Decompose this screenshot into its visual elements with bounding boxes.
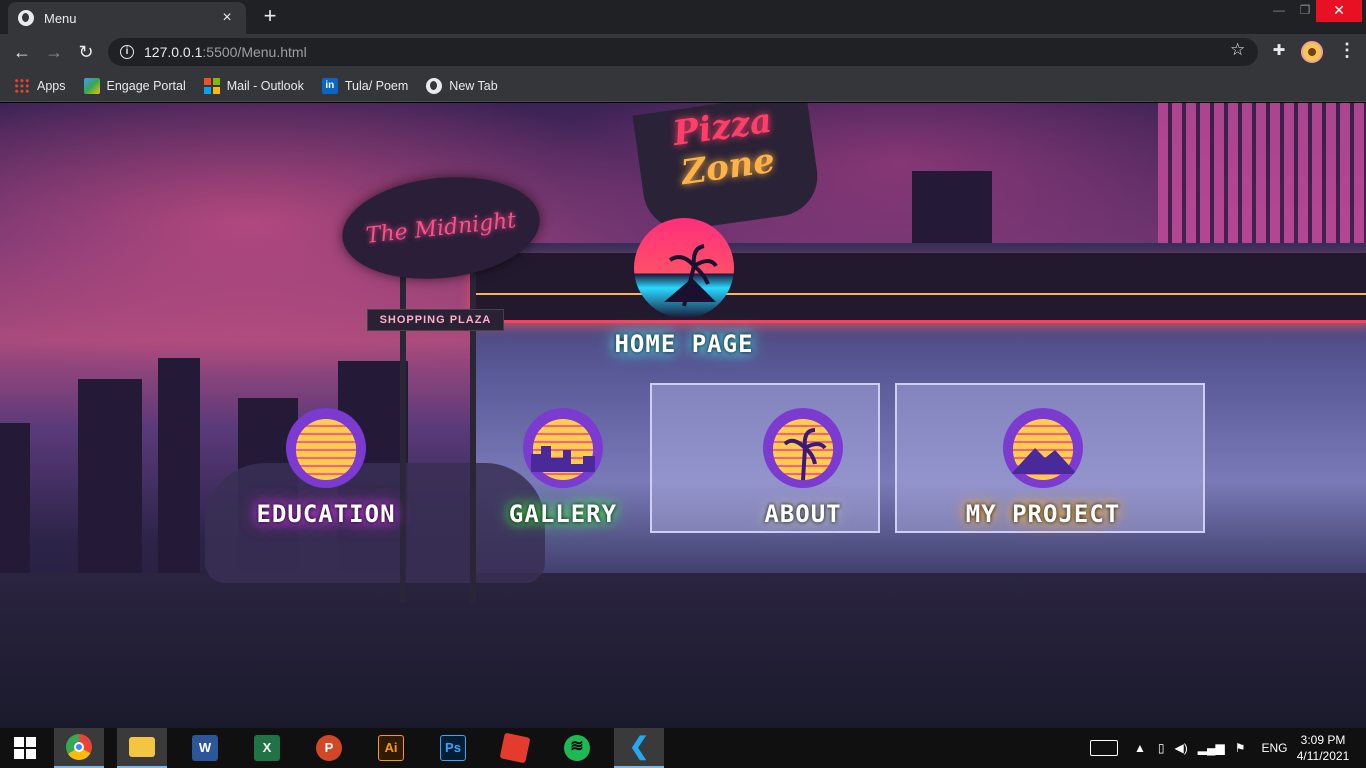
menu-gallery[interactable]: GALLERY — [473, 408, 653, 528]
profile-avatar[interactable] — [1301, 41, 1323, 63]
city-building — [78, 379, 142, 579]
menu-about[interactable]: ABOUT — [713, 408, 893, 528]
browser-tab[interactable]: Menu × — [8, 2, 246, 34]
about-palm-sunset-icon — [763, 408, 843, 488]
taskbar-clock[interactable]: 3:09 PM 4/11/2021 — [1290, 732, 1356, 764]
excel-icon: X — [254, 735, 280, 761]
taskbar-powerpoint[interactable]: P — [304, 728, 354, 768]
taskbar-vscode[interactable]: ❮ — [614, 728, 664, 768]
menu-education[interactable]: EDUCATION — [236, 408, 416, 528]
network-icon[interactable]: ▯ — [1158, 741, 1165, 755]
bookmark-label: Apps — [37, 78, 66, 93]
sketchup-icon — [499, 732, 531, 764]
bookmark-engage-portal[interactable]: Engage Portal — [83, 77, 186, 94]
taskbar-sketchup[interactable] — [490, 728, 540, 768]
gallery-city-sunset-icon — [523, 408, 603, 488]
url-host: 127.0.0.1 — [144, 44, 203, 60]
page-viewport: The Midnight SHOPPING PLAZA Pizza Zone H… — [0, 103, 1366, 728]
new-tab-button[interactable]: + — [258, 4, 282, 28]
taskbar-excel[interactable]: X — [242, 728, 292, 768]
home-palm-sunset-icon — [634, 218, 734, 318]
menu-label-home[interactable]: HOME PAGE — [614, 330, 753, 358]
city-building — [0, 423, 30, 583]
menu-home-page[interactable]: HOME PAGE — [594, 218, 774, 358]
volume-icon[interactable]: ◀) — [1175, 741, 1188, 755]
taskbar-chrome[interactable] — [54, 728, 104, 768]
tab-title: Menu — [44, 10, 77, 26]
browser-toolbar: ← → ↻ i 127.0.0.1:5500/Menu.html — [0, 34, 1366, 70]
globe-icon — [426, 77, 443, 94]
taskbar-spotify[interactable]: ≋ — [552, 728, 602, 768]
bookmark-label: Tula/ Poem — [344, 78, 409, 93]
menu-label-project[interactable]: MY PROJECT — [966, 500, 1121, 528]
illustrator-icon: Ai — [378, 735, 404, 761]
windows-taskbar: W X P Ai Ps ≋ ❮ ▲ ▯ ◀) ▂▄▆ ⚑ ENG 3:09 PM… — [0, 728, 1366, 768]
pizza-zone-sign: Pizza Zone — [632, 103, 823, 235]
bookmark-mail-outlook[interactable]: Mail - Outlook — [203, 77, 304, 94]
shopping-plaza-sign: SHOPPING PLAZA — [367, 309, 504, 331]
word-icon: W — [192, 735, 218, 761]
folder-icon — [129, 737, 155, 757]
show-hidden-icons-icon[interactable]: ▲ — [1134, 741, 1146, 755]
parking-lot — [0, 573, 1366, 728]
back-arrow-icon[interactable]: ← — [10, 40, 34, 64]
bookmark-label: New Tab — [449, 78, 498, 93]
project-mountain-sunset-icon — [1003, 408, 1083, 488]
reload-icon[interactable]: ↻ — [74, 40, 98, 64]
menu-label-education[interactable]: EDUCATION — [256, 500, 395, 528]
wifi-signal-icon[interactable]: ▂▄▆ — [1198, 741, 1225, 755]
window-close-button[interactable]: ✕ — [1316, 0, 1362, 22]
forward-arrow-icon[interactable]: → — [42, 40, 66, 64]
bookmark-apps[interactable]: Apps — [14, 77, 66, 94]
microsoft-icon — [203, 77, 220, 94]
browser-titlebar: Menu × + — ❐ ✕ — [0, 0, 1366, 34]
taskbar-file-explorer[interactable] — [117, 728, 167, 768]
linkedin-icon: in — [321, 77, 338, 94]
windows-logo-icon — [14, 737, 36, 759]
tab-close-icon[interactable]: × — [218, 9, 236, 27]
city-building — [158, 358, 200, 578]
bookmarks-bar: Apps Engage Portal Mail - Outlook in Tul… — [0, 70, 1366, 102]
photoshop-icon: Ps — [440, 735, 466, 761]
taskbar-photoshop[interactable]: Ps — [428, 728, 478, 768]
powerpoint-icon: P — [316, 735, 342, 761]
taskbar-illustrator[interactable]: Ai — [366, 728, 416, 768]
vscode-icon: ❮ — [628, 733, 650, 760]
flag-icon[interactable]: ⚑ — [1235, 741, 1246, 755]
engage-portal-icon — [83, 77, 100, 94]
extensions-puzzle-icon[interactable]: ✚ — [1270, 41, 1288, 59]
clock-time: 3:09 PM — [1300, 733, 1346, 747]
bookmark-new-tab[interactable]: New Tab — [426, 77, 498, 94]
apps-grid-icon — [14, 77, 30, 94]
tab-favicon-globe-icon — [18, 10, 34, 26]
touch-keyboard-icon[interactable] — [1090, 740, 1118, 756]
url-path: :5500/Menu.html — [202, 44, 307, 60]
clock-date: 4/11/2021 — [1296, 749, 1350, 763]
chrome-menu-icon[interactable]: ⋮ — [1338, 40, 1356, 61]
start-button[interactable] — [0, 728, 50, 768]
taskbar-word[interactable]: W — [180, 728, 230, 768]
site-info-icon[interactable]: i — [120, 45, 134, 59]
menu-label-about[interactable]: ABOUT — [764, 500, 841, 528]
system-tray: ▲ ▯ ◀) ▂▄▆ ⚑ ENG — [1090, 728, 1287, 768]
spotify-icon: ≋ — [564, 735, 590, 761]
language-indicator[interactable]: ENG — [1261, 741, 1287, 755]
sun-icon — [295, 419, 357, 480]
menu-label-gallery[interactable]: GALLERY — [509, 500, 617, 528]
education-sunset-icon — [286, 408, 366, 488]
chrome-icon — [66, 734, 92, 760]
menu-my-project[interactable]: MY PROJECT — [943, 408, 1143, 528]
address-bar[interactable]: i 127.0.0.1:5500/Menu.html — [108, 38, 1258, 66]
bookmark-label: Engage Portal — [106, 78, 186, 93]
bookmark-star-icon[interactable]: ☆ — [1230, 40, 1245, 60]
bookmark-label: Mail - Outlook — [226, 78, 304, 93]
bookmark-tula-poem[interactable]: in Tula/ Poem — [321, 77, 409, 94]
